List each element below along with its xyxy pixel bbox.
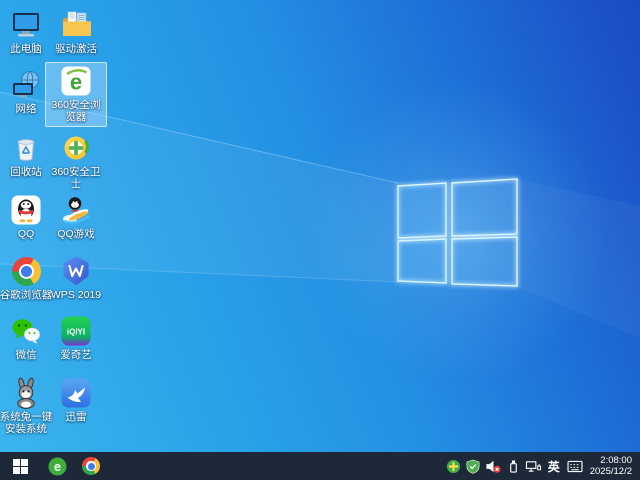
- icon-label: 360安全浏览器: [51, 99, 101, 123]
- touch-keyboard-icon[interactable]: [567, 452, 584, 480]
- icon-label: QQ游戏: [57, 228, 95, 240]
- desktop-wallpaper: 此电脑 驱动激活 网络 e 360安全浏览器 回收站 360安全卫士 QQ QQ…: [0, 0, 640, 452]
- svg-text:iQIYI: iQIYI: [67, 328, 85, 337]
- this-pc-icon: [10, 9, 42, 41]
- wps-icon: [60, 255, 92, 287]
- taskbar-chrome-button[interactable]: [74, 452, 108, 480]
- wechat-icon: [10, 315, 42, 347]
- desktop-icon-driver-activation[interactable]: 驱动激活: [45, 6, 107, 59]
- svg-text:e: e: [54, 460, 61, 474]
- volume-muted-icon[interactable]: [485, 452, 502, 480]
- 360-browser-taskbar-icon: e: [48, 457, 66, 475]
- 360-safe-guard-icon: [60, 132, 92, 164]
- folder-icon: [60, 9, 92, 41]
- chrome-taskbar-icon: [82, 457, 100, 475]
- desktop-icon-qq-games[interactable]: QQ游戏: [45, 191, 107, 244]
- windows-logo-glow: [396, 177, 519, 288]
- system-tray: 英 2:08:00 2025/12/2: [442, 452, 640, 480]
- windows-start-icon: [12, 458, 28, 474]
- taskbar-clock[interactable]: 2:08:00 2025/12/2: [590, 455, 634, 477]
- desktop-icon-iqiyi[interactable]: iQIYI 爱奇艺: [45, 312, 107, 365]
- start-button[interactable]: [0, 452, 40, 480]
- 360-browser-icon: e: [60, 65, 92, 97]
- defender-shield-icon[interactable]: [465, 452, 482, 480]
- taskbar: e 英 2:08:00 2025/12/2: [0, 452, 640, 480]
- icon-label: WPS 2019: [50, 289, 102, 301]
- icon-label: 爱奇艺: [60, 349, 92, 361]
- icon-label: 迅雷: [65, 411, 87, 423]
- iqiyi-icon: iQIYI: [60, 315, 92, 347]
- clock-time: 2:08:00: [600, 455, 632, 466]
- 360-safe-tray-icon[interactable]: [445, 452, 462, 480]
- taskbar-360-browser-button[interactable]: e: [40, 452, 74, 480]
- clock-date: 2025/12/2: [589, 466, 632, 477]
- desktop-icon-xunlei[interactable]: 迅雷: [45, 374, 107, 427]
- desktop-icon-360-safe-guard[interactable]: 360安全卫士: [45, 129, 107, 194]
- windows-logo: [397, 178, 518, 287]
- icon-label: 驱动激活: [55, 43, 97, 55]
- qq-icon: [10, 194, 42, 226]
- rabbit-mascot-icon: [10, 377, 42, 409]
- wired-network-icon[interactable]: [525, 452, 542, 480]
- desktop-icon-360-safe-browser[interactable]: e 360安全浏览器: [45, 62, 107, 127]
- chrome-icon: [10, 255, 42, 287]
- qq-games-icon: [60, 194, 92, 226]
- usb-device-icon[interactable]: [505, 452, 522, 480]
- ime-language-indicator[interactable]: 英: [544, 458, 564, 475]
- svg-text:e: e: [70, 70, 82, 95]
- xunlei-icon: [60, 377, 92, 409]
- desktop-icon-wps-2019[interactable]: WPS 2019: [45, 252, 107, 305]
- recycle-bin-icon: [10, 132, 42, 164]
- network-icon: [10, 69, 42, 101]
- icon-label: 360安全卫士: [51, 166, 101, 190]
